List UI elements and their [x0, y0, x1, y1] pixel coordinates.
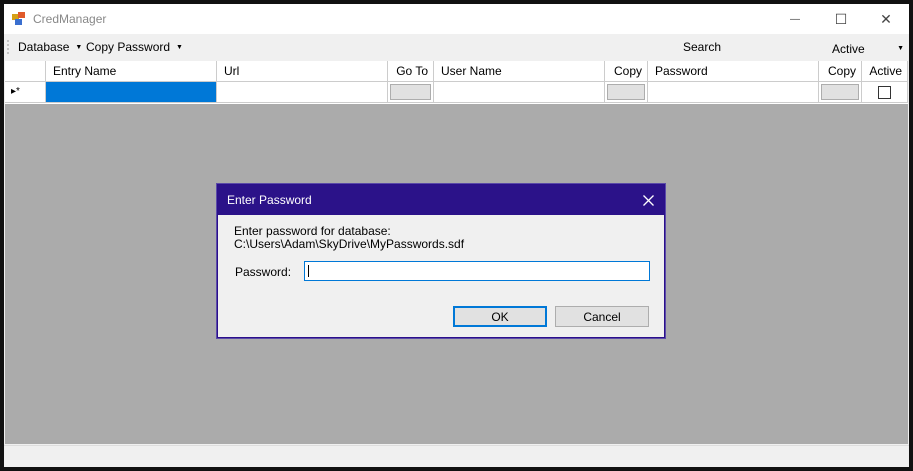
column-header-user-name[interactable]: User Name	[434, 61, 605, 82]
text-caret	[308, 265, 309, 277]
chevron-down-icon: ▼	[897, 45, 904, 52]
copy-password-cell[interactable]	[819, 82, 862, 103]
close-icon: ✕	[880, 10, 892, 27]
column-header-password[interactable]: Password	[648, 61, 819, 82]
new-row-indicator: ▸*	[11, 86, 20, 97]
dialog-title-bar: Enter Password	[218, 185, 664, 215]
user-name-cell[interactable]	[434, 82, 605, 103]
database-menu-label: Database	[18, 40, 70, 54]
minimize-icon: —	[790, 13, 800, 25]
dialog-message: Enter password for database: C:\Users\Ad…	[234, 225, 464, 251]
toolbar-grip	[7, 39, 9, 55]
password-input[interactable]	[304, 261, 650, 281]
copy-password-menu-label: Copy Password	[86, 40, 171, 54]
dialog-title: Enter Password	[227, 193, 312, 207]
close-button[interactable]: ✕	[863, 4, 909, 34]
maximize-button[interactable]: ☐	[818, 4, 864, 34]
copy-user-button[interactable]	[607, 84, 645, 100]
password-label: Password:	[235, 265, 292, 279]
app-window: CredManager — ☐ ✕ Database ▼ Copy Passwo…	[4, 4, 909, 467]
window-title: CredManager	[33, 12, 107, 26]
dialog-message-path: C:\Users\Adam\SkyDrive\MyPasswords.sdf	[234, 237, 465, 251]
cancel-button[interactable]: Cancel	[555, 306, 649, 327]
column-header-entry-name[interactable]: Entry Name	[46, 61, 217, 82]
menu-bar: Database ▼ Copy Password ▼ Search: Activ…	[4, 34, 909, 59]
chevron-down-icon: ▼	[176, 44, 183, 51]
column-header-copy-password[interactable]: Copy	[819, 61, 862, 82]
status-bar	[4, 445, 909, 467]
database-menu[interactable]: Database ▼	[18, 40, 82, 54]
maximize-icon: ☐	[834, 10, 848, 27]
ok-button[interactable]: OK	[453, 306, 547, 327]
minimize-button[interactable]: —	[772, 4, 818, 34]
title-bar: CredManager — ☐ ✕	[4, 4, 909, 34]
filter-value: Active	[832, 42, 865, 56]
copy-user-cell[interactable]	[605, 82, 648, 103]
search-label: Search:	[683, 40, 725, 54]
close-icon	[642, 194, 654, 206]
row-header-corner	[5, 61, 46, 82]
search-input[interactable]	[722, 37, 826, 57]
column-header-copy-user[interactable]: Copy	[605, 61, 648, 82]
active-cell[interactable]	[862, 82, 908, 103]
password-cell[interactable]	[648, 82, 819, 103]
entry-name-cell[interactable]	[46, 82, 217, 103]
enter-password-dialog: Enter Password Enter password for databa…	[217, 184, 665, 338]
dialog-message-line1: Enter password for database:	[234, 224, 391, 238]
row-header[interactable]: ▸*	[5, 82, 46, 103]
column-header-go-to[interactable]: Go To	[388, 61, 434, 82]
go-to-cell[interactable]	[388, 82, 434, 103]
go-to-button[interactable]	[390, 84, 431, 100]
grid-body: Entry Name Url Go To User Name Copy Pass…	[5, 61, 908, 104]
app-icon	[12, 12, 25, 25]
column-header-active[interactable]: Active	[862, 61, 908, 82]
filter-dropdown[interactable]: Active ▼	[826, 37, 906, 57]
copy-password-menu[interactable]: Copy Password ▼	[86, 40, 183, 54]
url-cell[interactable]	[217, 82, 388, 103]
dialog-close-button[interactable]	[632, 185, 664, 215]
active-checkbox[interactable]	[878, 86, 891, 99]
chevron-down-icon: ▼	[75, 44, 83, 51]
column-header-url[interactable]: Url	[217, 61, 388, 82]
copy-password-button[interactable]	[821, 84, 859, 100]
